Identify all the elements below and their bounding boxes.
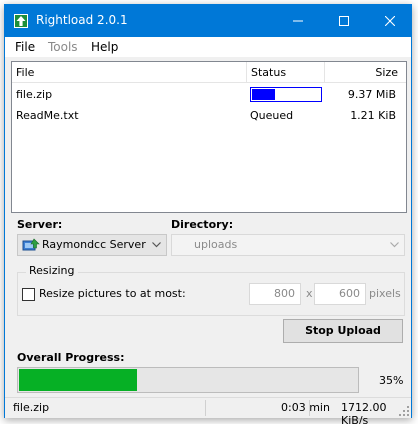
overall-progress-percent: 35%	[379, 374, 404, 387]
server-select[interactable]: Raymondcc Server	[17, 234, 167, 256]
overall-progress-fill	[19, 369, 137, 391]
column-header-file[interactable]: File	[12, 62, 247, 83]
overall-progress-bar	[17, 367, 359, 393]
list-item[interactable]: ReadMe.txt Queued 1.21 KiB	[12, 105, 406, 126]
column-header-size[interactable]: Size	[325, 62, 406, 83]
close-button[interactable]	[367, 5, 413, 37]
list-header: File Status Size	[12, 62, 406, 83]
menu-bar: File Tools Help	[5, 37, 411, 57]
resize-width-input[interactable]: 800	[249, 283, 301, 305]
status-divider	[205, 400, 206, 416]
directory-select-value: uploads	[194, 238, 238, 251]
list-item[interactable]: file.zip 9.37 MiB	[12, 84, 406, 105]
status-current-file: file.zip	[13, 401, 50, 414]
column-header-status[interactable]: Status	[247, 62, 325, 83]
app-window: Rightload 2.0.1 File Tools Help File Sta…	[4, 4, 412, 424]
title-bar[interactable]: Rightload 2.0.1	[5, 5, 411, 37]
stop-upload-button[interactable]: Stop Upload	[283, 319, 403, 343]
file-name: ReadMe.txt	[16, 109, 79, 122]
file-progress-bar	[250, 87, 322, 102]
status-bar: file.zip 0:03 min 1712.00 KiB/s	[5, 397, 411, 424]
status-elapsed-time: 0:03 min	[281, 401, 330, 414]
menu-file[interactable]: File	[15, 40, 35, 54]
upload-arrow-icon	[14, 14, 28, 28]
file-progress-fill	[252, 89, 275, 100]
server-label: Server:	[17, 218, 63, 231]
resizing-group-title: Resizing	[26, 264, 78, 277]
menu-help[interactable]: Help	[91, 40, 118, 54]
window-title: Rightload 2.0.1	[36, 13, 128, 27]
directory-select[interactable]: uploads	[171, 234, 405, 256]
server-select-value: Raymondcc Server	[42, 238, 146, 251]
file-status: Queued	[250, 109, 294, 122]
file-size: 1.21 KiB	[350, 109, 396, 122]
file-name: file.zip	[16, 88, 53, 101]
resize-height-input[interactable]: 600	[314, 283, 366, 305]
maximize-button[interactable]	[321, 5, 367, 37]
maximize-icon	[339, 16, 349, 26]
minimize-button[interactable]	[275, 5, 321, 37]
chevron-down-icon	[390, 242, 399, 248]
chevron-down-icon	[152, 242, 161, 248]
minimize-icon	[293, 20, 303, 22]
server-upload-icon	[22, 238, 40, 251]
resize-checkbox-label[interactable]: Resize pictures to at most:	[39, 287, 186, 300]
close-icon	[385, 16, 395, 26]
overall-progress-label: Overall Progress:	[17, 351, 125, 364]
resize-grip-icon[interactable]	[399, 406, 409, 416]
resize-checkbox[interactable]	[22, 288, 35, 301]
file-size: 9.37 MiB	[347, 88, 396, 101]
upload-queue-list[interactable]: File Status Size file.zip 9.37 MiB ReadM…	[11, 61, 407, 213]
resize-unit-label: pixels	[369, 287, 401, 300]
directory-label: Directory:	[171, 218, 234, 231]
menu-tools[interactable]: Tools	[48, 40, 78, 54]
dimension-separator: x	[306, 287, 313, 300]
